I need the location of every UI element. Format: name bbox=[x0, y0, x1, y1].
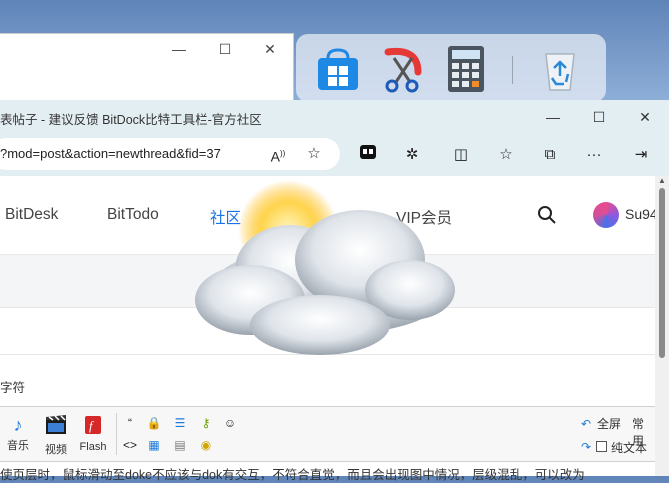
plain-text-label: 纯文本 bbox=[611, 441, 648, 455]
scissors-icon[interactable] bbox=[378, 44, 426, 94]
scroll-up-icon[interactable]: ▲ bbox=[658, 176, 666, 185]
dock bbox=[296, 34, 606, 102]
minimize-button[interactable]: — bbox=[164, 38, 194, 60]
table-icon[interactable]: ▦ bbox=[146, 437, 162, 453]
flash-button[interactable]: f Flash bbox=[76, 415, 110, 453]
scrollbar[interactable]: ▲ bbox=[655, 176, 669, 476]
key-icon[interactable]: ⚷ bbox=[198, 415, 214, 431]
char-hint: 字符 bbox=[0, 381, 26, 395]
address-bar[interactable]: ?mod=post&action=newthread&fid=37 A)) ☆ bbox=[0, 138, 340, 170]
close-button[interactable]: ✕ bbox=[630, 106, 660, 128]
extension-icon[interactable] bbox=[356, 143, 380, 167]
music-label: 音乐 bbox=[7, 440, 29, 452]
avatar[interactable] bbox=[593, 202, 619, 228]
calculator-icon[interactable] bbox=[442, 44, 490, 94]
weather-widget[interactable] bbox=[170, 180, 460, 370]
favorites-icon[interactable]: ☆ bbox=[494, 143, 518, 167]
flash-icon: f bbox=[76, 415, 110, 439]
maximize-button[interactable]: ☐ bbox=[584, 106, 614, 128]
lock-icon[interactable]: 🔒 bbox=[146, 415, 162, 431]
video-label: 视频 bbox=[45, 444, 67, 456]
nav-item-bitdesk[interactable]: BitDesk bbox=[5, 206, 58, 224]
dock-divider bbox=[512, 56, 513, 84]
cloud-icon bbox=[195, 210, 455, 355]
title-bar: 表帖子 - 建议反馈 BitDock比特工具栏-官方社区 — ☐ ✕ bbox=[0, 100, 669, 134]
store-icon[interactable] bbox=[314, 44, 362, 94]
scrollbar-thumb[interactable] bbox=[659, 188, 665, 358]
username[interactable]: Su94 bbox=[625, 206, 658, 222]
recycle-bin-icon[interactable] bbox=[536, 44, 584, 94]
redo-arrow-icon[interactable]: ↷ bbox=[578, 439, 594, 455]
plain-text-checkbox[interactable] bbox=[596, 441, 607, 452]
music-icon: ♪ bbox=[13, 415, 23, 435]
sidebar-toggle-icon[interactable]: ⇥ bbox=[629, 143, 653, 167]
read-aloud-icon[interactable]: A)) bbox=[266, 142, 290, 166]
video-button[interactable]: 视频 bbox=[40, 415, 72, 457]
code-icon[interactable]: <> bbox=[122, 437, 138, 453]
qq-icon[interactable]: ☺ bbox=[222, 415, 238, 431]
bg-icon[interactable]: ◉ bbox=[198, 437, 214, 453]
page-icon[interactable]: ▤ bbox=[172, 437, 188, 453]
flash-label: Flash bbox=[79, 441, 107, 453]
music-button[interactable]: ♪ 音乐 bbox=[6, 415, 30, 453]
more-icon[interactable]: ··· bbox=[582, 143, 606, 167]
favorite-star-icon[interactable]: ☆ bbox=[302, 142, 326, 166]
close-button[interactable]: ✕ bbox=[255, 38, 285, 60]
editor-body-text[interactable]: 使页层时，鼠标滑动至doke不应该与dok有交互，不符合直觉，而且会出现图中情况… bbox=[0, 464, 585, 483]
split-screen-icon[interactable]: ◫ bbox=[449, 143, 473, 167]
toolbar: ?mod=post&action=newthread&fid=37 A)) ☆ … bbox=[0, 134, 669, 176]
quote-icon[interactable]: “ bbox=[122, 415, 138, 431]
undo-arrow-icon[interactable]: ↶ bbox=[578, 416, 594, 432]
minimize-button[interactable]: — bbox=[538, 106, 568, 128]
editor-toolbar: ♪ 音乐 视频 f Flash “ 🔒 ☰ ⚷ ☺ <> ▦ ▤ ◉ ↶ 全屏 … bbox=[0, 406, 655, 462]
nav-item-bittodo[interactable]: BitTodo bbox=[107, 206, 159, 224]
list-icon[interactable]: ☰ bbox=[172, 415, 188, 431]
search-icon[interactable] bbox=[537, 205, 557, 225]
video-icon bbox=[40, 415, 72, 439]
url-text[interactable]: ?mod=post&action=newthread&fid=37 bbox=[0, 146, 221, 161]
toolbar-divider bbox=[116, 413, 117, 455]
extensions-puzzle-icon[interactable]: ✲ bbox=[400, 143, 424, 167]
tab-title[interactable]: 表帖子 - 建议反馈 BitDock比特工具栏-官方社区 bbox=[0, 109, 262, 128]
background-window: — ☐ ✕ bbox=[0, 33, 294, 103]
collections-icon[interactable]: ⧉ bbox=[538, 143, 562, 167]
maximize-button[interactable]: ☐ bbox=[210, 38, 240, 60]
fullscreen-button[interactable]: 全屏 bbox=[597, 415, 621, 432]
